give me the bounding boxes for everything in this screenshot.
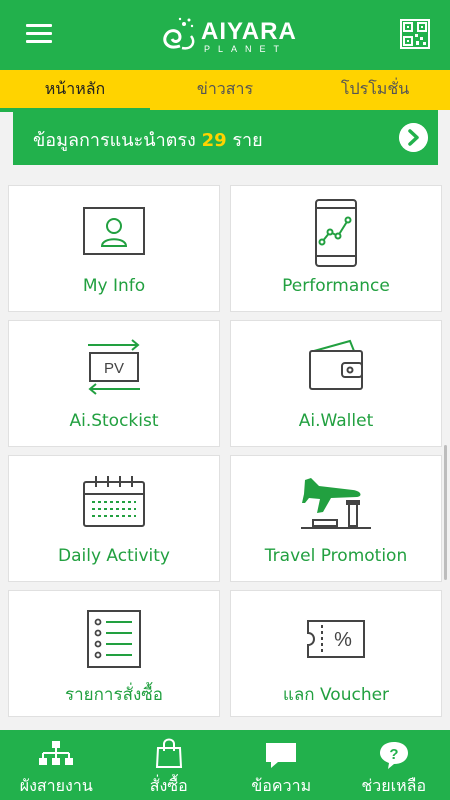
- card-voucher[interactable]: % แลก Voucher: [230, 590, 442, 717]
- help-icon: ?: [379, 742, 408, 769]
- profile-card-icon: [83, 207, 145, 255]
- referral-banner[interactable]: ข้อมูลการแนะนำตรง 29 ราย: [13, 110, 438, 165]
- card-ai-wallet[interactable]: Ai.Wallet: [230, 320, 442, 447]
- nav-label: สั่งซื้อ: [149, 776, 188, 795]
- calendar-icon: [83, 476, 145, 527]
- svg-text:%: %: [334, 629, 352, 651]
- banner-label: ข้อมูลการแนะนำตรง: [33, 130, 196, 151]
- card-label: แลก Voucher: [282, 685, 390, 705]
- aiyara-logo-mark-icon: [163, 17, 195, 50]
- card-label: Ai.Wallet: [298, 411, 374, 431]
- nav-label: ข้อความ: [251, 776, 312, 795]
- card-label: รายการสั่งซื้อ: [64, 685, 164, 705]
- bottom-nav: ผังสายงาน สั่งซื้อ ข้อความ ? ช่วยเหลือ: [0, 730, 450, 800]
- logo-title: AIYARA: [201, 18, 297, 45]
- org-chart-icon: [39, 741, 74, 765]
- scrollbar[interactable]: [444, 445, 447, 580]
- tab-home[interactable]: หน้าหลัก: [0, 70, 150, 112]
- banner-count: 29: [201, 130, 227, 151]
- nav-org-chart[interactable]: ผังสายงาน: [0, 730, 113, 800]
- tab-promotion[interactable]: โปรโมชั่น: [300, 70, 450, 110]
- card-label: Performance: [282, 276, 390, 296]
- svg-text:?: ?: [389, 746, 398, 763]
- card-label: Daily Activity: [58, 546, 170, 566]
- shopping-bag-icon: [155, 738, 182, 768]
- qr-code-icon[interactable]: [400, 19, 430, 49]
- wallet-icon: [309, 339, 363, 390]
- tab-bar: หน้าหลัก ข่าวสาร โปรโมชั่น: [0, 70, 450, 112]
- card-travel-promotion[interactable]: Travel Promotion: [230, 455, 442, 582]
- card-label: Travel Promotion: [264, 546, 408, 566]
- message-icon: [266, 743, 297, 768]
- tab-news[interactable]: ข่าวสาร: [150, 70, 300, 110]
- banner-text: ข้อมูลการแนะนำตรง 29 ราย: [33, 125, 263, 154]
- nav-messages[interactable]: ข้อความ: [225, 730, 338, 800]
- card-label: My Info: [82, 276, 146, 296]
- airplane-icon: [301, 478, 371, 529]
- voucher-icon: %: [307, 620, 365, 658]
- hamburger-icon[interactable]: [26, 24, 52, 46]
- nav-label: ผังสายงาน: [19, 776, 93, 795]
- banner-unit: ราย: [232, 130, 263, 151]
- card-my-info[interactable]: My Info: [8, 185, 220, 312]
- card-performance[interactable]: Performance: [230, 185, 442, 312]
- card-order-list[interactable]: รายการสั่งซื้อ: [8, 590, 220, 717]
- chevron-right-icon[interactable]: [399, 123, 428, 152]
- phone-chart-icon: [315, 199, 357, 267]
- card-daily-activity[interactable]: Daily Activity: [8, 455, 220, 582]
- pv-transfer-icon: PV: [88, 339, 140, 395]
- svg-text:PV: PV: [104, 360, 124, 377]
- card-label: Ai.Stockist: [69, 411, 159, 431]
- logo-subtitle: PLANET: [204, 44, 288, 54]
- nav-help[interactable]: ? ช่วยเหลือ: [338, 730, 450, 800]
- nav-label: ช่วยเหลือ: [361, 776, 427, 795]
- card-ai-stockist[interactable]: PV Ai.Stockist: [8, 320, 220, 447]
- logo: AIYARA PLANET: [158, 14, 308, 58]
- app-header: AIYARA PLANET: [0, 0, 450, 70]
- order-list-icon: [87, 610, 141, 668]
- nav-shop[interactable]: สั่งซื้อ: [113, 730, 226, 800]
